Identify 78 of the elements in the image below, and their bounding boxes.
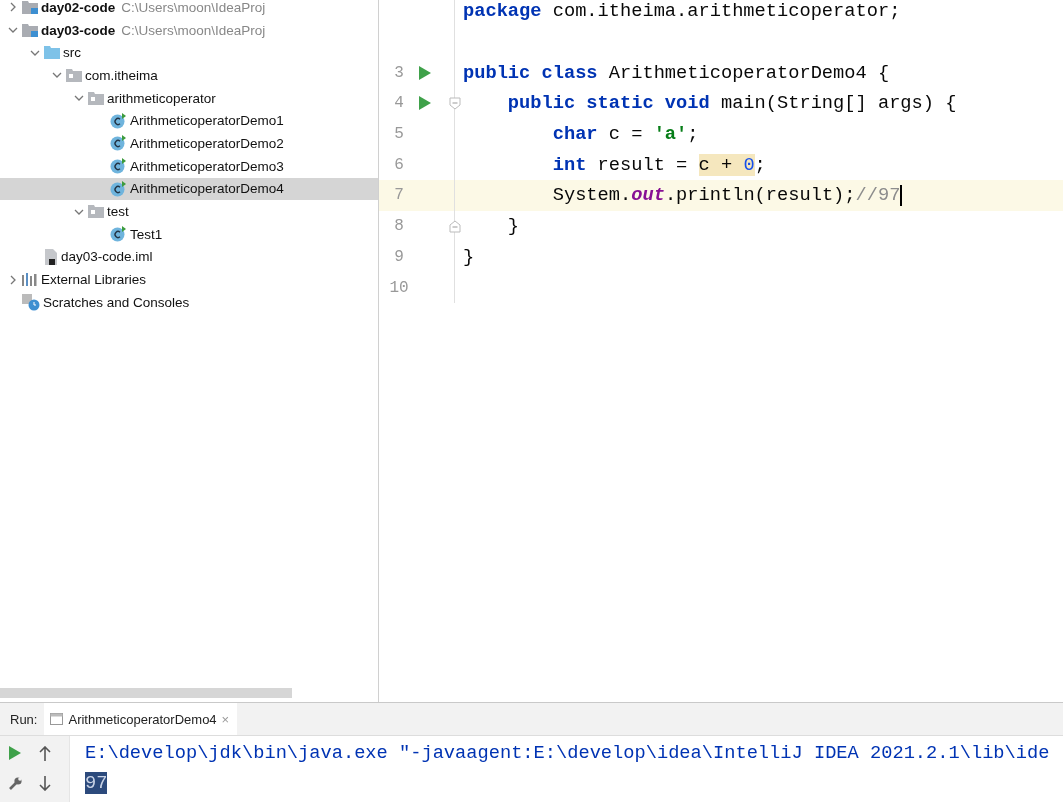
tree-row[interactable]: day03-code.iml xyxy=(0,245,378,269)
scratches-icon xyxy=(22,293,40,311)
tree-row[interactable]: day02-code C:\Users\moon\IdeaProj xyxy=(0,0,378,19)
chevron-right-icon[interactable] xyxy=(8,274,18,285)
tree-item-label: day03-code.iml xyxy=(61,249,153,265)
tree-item-label: External Libraries xyxy=(41,272,147,288)
tree-item-label: src xyxy=(63,45,81,61)
library-icon xyxy=(22,273,38,287)
class-icon xyxy=(110,226,127,243)
module-path: C:\Users\moon\IdeaProj xyxy=(121,0,266,15)
run-tab[interactable]: ArithmeticoperatorDemo4 × xyxy=(44,703,238,735)
tree-row[interactable]: com.itheima xyxy=(0,64,378,87)
console-output: 97 xyxy=(85,772,108,794)
tree-item-label: ArithmeticoperatorDemo4 xyxy=(130,181,284,197)
class-icon xyxy=(110,180,127,197)
file-icon xyxy=(44,248,58,265)
package-folder-icon xyxy=(88,205,104,219)
code-line: package com.itheima.arithmeticoperator; xyxy=(462,0,901,23)
code-line: public static void main(String[] args) { xyxy=(506,92,957,115)
line-number: 9 xyxy=(393,247,405,266)
tree-item-label: ArithmeticoperatorDemo2 xyxy=(130,135,284,151)
class-icon xyxy=(110,112,127,129)
tree-row[interactable]: Test1 xyxy=(0,222,378,246)
tree-item-label: ArithmeticoperatorDemo3 xyxy=(130,158,284,174)
tree-item-label: day03-code xyxy=(41,22,116,38)
fold-marker-icon[interactable] xyxy=(449,96,461,110)
chevron-right-icon[interactable] xyxy=(8,2,18,13)
line-number: 8 xyxy=(393,217,405,236)
class-icon xyxy=(110,158,127,175)
line-number: 3 xyxy=(393,63,405,82)
tree-item-label: test xyxy=(107,204,129,220)
horizontal-scrollbar[interactable] xyxy=(0,688,292,698)
module-folder-icon xyxy=(22,0,38,15)
line-number: 5 xyxy=(393,125,405,144)
tree-row[interactable]: ArithmeticoperatorDemo3 xyxy=(0,154,378,178)
tree-row[interactable]: External Libraries xyxy=(0,268,378,291)
line-number: 10 xyxy=(388,278,410,297)
package-folder-icon xyxy=(88,91,104,105)
module-folder-icon xyxy=(22,23,38,38)
tree-row[interactable]: day03-code C:\Users\moon\IdeaProj xyxy=(0,18,378,42)
class-icon xyxy=(110,135,127,152)
tree-item-label: Test1 xyxy=(130,226,163,242)
code-line: } xyxy=(506,215,520,238)
tree-row[interactable]: Scratches and Consoles xyxy=(0,290,378,314)
code-line: } xyxy=(462,245,475,268)
console-icon xyxy=(50,713,64,725)
run-icon[interactable] xyxy=(9,746,21,760)
run-icon[interactable] xyxy=(419,96,431,111)
package-folder-icon xyxy=(66,68,82,82)
run-icon[interactable] xyxy=(419,65,431,80)
text-caret xyxy=(900,184,903,206)
tree-row[interactable]: ArithmeticoperatorDemo1 xyxy=(0,109,378,133)
fold-marker-icon[interactable] xyxy=(449,219,461,233)
tree-row[interactable]: ArithmeticoperatorDemo2 xyxy=(0,132,378,155)
wrench-icon[interactable] xyxy=(7,775,23,791)
code-line: System.out.println(result);//97 xyxy=(551,184,901,207)
line-number: 7 xyxy=(393,186,405,205)
arrow-up-icon[interactable] xyxy=(39,745,51,761)
tree-row[interactable]: arithmeticoperator xyxy=(0,86,378,110)
arrow-down-icon[interactable] xyxy=(39,775,51,791)
usage-highlight: c + 0 xyxy=(698,153,755,176)
tree-row[interactable]: ArithmeticoperatorDemo4 xyxy=(0,177,378,201)
run-panel-label: Run: xyxy=(9,711,39,727)
module-path: C:\Users\moon\IdeaProj xyxy=(121,22,266,38)
tree-item-label: ArithmeticoperatorDemo1 xyxy=(130,113,284,129)
line-number: 4 xyxy=(393,94,405,113)
code-line: public class ArithmeticoperatorDemo4 { xyxy=(462,61,890,84)
tree-item-label: arithmeticoperator xyxy=(107,90,216,106)
tree-row[interactable]: src xyxy=(0,41,378,65)
source-folder-icon xyxy=(44,46,60,60)
tree-item-label: Scratches and Consoles xyxy=(43,294,190,310)
tree-item-label: com.itheima xyxy=(85,67,158,83)
code-line: char c = 'a'; xyxy=(551,123,699,146)
tree-item-label: day02-code xyxy=(41,0,116,15)
code-line: int result = c + 0; xyxy=(551,153,766,176)
tree-row[interactable]: test xyxy=(0,200,378,223)
line-number: 6 xyxy=(393,155,405,174)
console-command: E:\develop\jdk\bin\java.exe "-javaagent:E:\develop\idea\IntelliJ IDEA 2021.2.1\lib\ide xyxy=(85,742,1050,764)
